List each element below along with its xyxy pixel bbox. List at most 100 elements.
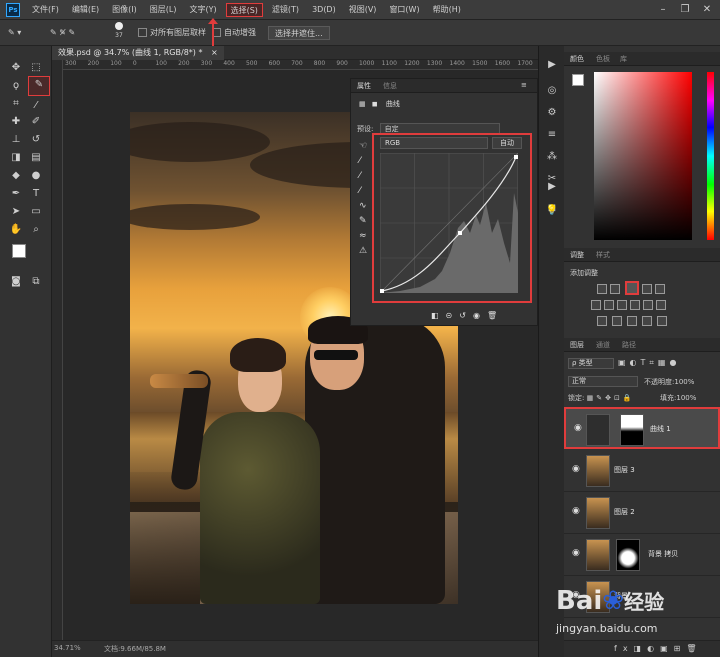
- black-point-eyedropper-icon[interactable]: ⁄: [359, 154, 371, 169]
- zoom-tool-icon[interactable]: ⌕: [28, 222, 44, 238]
- document-tab[interactable]: 效果.psd @ 34.7% (曲线 1, RGB/8*) * ×: [52, 46, 224, 60]
- hue-saturation-icon[interactable]: [591, 300, 601, 310]
- lock-icons[interactable]: ▦✎✥⊡🔒: [587, 394, 635, 402]
- vibrance-icon[interactable]: [655, 284, 665, 294]
- path-selection-icon[interactable]: ➤: [8, 204, 24, 220]
- tab-paths[interactable]: 路径: [622, 340, 636, 350]
- menu-file[interactable]: 文件(F): [28, 3, 63, 17]
- layer-name[interactable]: 图层 3: [614, 465, 635, 475]
- layer-name[interactable]: 曲线 1: [650, 424, 671, 434]
- color-balance-icon[interactable]: [604, 300, 614, 310]
- move-tool-icon[interactable]: ✥: [8, 60, 24, 76]
- menu-type[interactable]: 文字(Y): [185, 3, 220, 17]
- color-picker-field[interactable]: [594, 72, 692, 240]
- layer-filter-kind[interactable]: ρ 类型: [568, 358, 614, 369]
- pencil-icon[interactable]: ✎: [359, 214, 371, 229]
- tab-libraries[interactable]: 库: [620, 54, 627, 64]
- exposure-icon[interactable]: [642, 284, 652, 294]
- menu-image[interactable]: 图像(I): [108, 3, 141, 17]
- menu-filter[interactable]: 滤镜(T): [268, 3, 303, 17]
- history-brush-icon[interactable]: ↺: [28, 132, 44, 148]
- layer-name[interactable]: 图层 2: [614, 507, 635, 517]
- gradient-tool-icon[interactable]: ▤: [28, 150, 44, 166]
- close-tab-icon[interactable]: ×: [211, 48, 218, 57]
- on-image-adjust-icon[interactable]: ☜: [359, 139, 371, 154]
- menu-layer[interactable]: 图层(L): [146, 3, 181, 17]
- gray-point-eyedropper-icon[interactable]: ⁄: [359, 169, 371, 184]
- curve-point[interactable]: [380, 289, 384, 293]
- visibility-eye-icon[interactable]: ◉: [572, 548, 582, 558]
- tab-color[interactable]: 颜色: [570, 54, 584, 64]
- hand-tool-icon[interactable]: ✋: [8, 222, 24, 238]
- black-white-icon[interactable]: [617, 300, 627, 310]
- tab-styles[interactable]: 样式: [596, 250, 610, 260]
- menu-edit[interactable]: 编辑(E): [68, 3, 103, 17]
- posterize-icon[interactable]: [612, 316, 622, 326]
- fill-value[interactable]: 100%: [676, 394, 696, 402]
- history-icon[interactable]: ▶: [544, 58, 560, 72]
- white-point-eyedropper-icon[interactable]: ⁄: [359, 184, 371, 199]
- layer-row[interactable]: ◉ 背景 拷贝: [564, 534, 720, 576]
- restore-icon[interactable]: ❐: [674, 0, 696, 20]
- smooth-icon[interactable]: ≈: [359, 229, 371, 244]
- threshold-icon[interactable]: [627, 316, 637, 326]
- visibility-eye-icon[interactable]: ◉: [574, 423, 584, 433]
- layer-row[interactable]: ◉ 图层 3: [564, 450, 720, 492]
- channel-select[interactable]: RGB: [380, 137, 488, 149]
- panel-menu-icon[interactable]: ≡: [521, 81, 527, 89]
- blend-mode-select[interactable]: 正常: [568, 376, 638, 387]
- blur-tool-icon[interactable]: ◆: [8, 168, 24, 184]
- screen-mode-icon[interactable]: ⧉: [28, 274, 44, 290]
- properties-icon[interactable]: ≡: [544, 128, 560, 142]
- visibility-eye-icon[interactable]: ◉: [572, 506, 582, 516]
- curve-point[interactable]: [514, 155, 518, 159]
- character-icon[interactable]: ⁂: [544, 150, 560, 164]
- layer-mask-thumb[interactable]: [620, 414, 644, 446]
- visibility-eye-icon[interactable]: ◉: [572, 464, 582, 474]
- rectangle-tool-icon[interactable]: ▭: [28, 204, 44, 220]
- color-lookup-icon[interactable]: [656, 300, 666, 310]
- hue-slider[interactable]: [707, 72, 714, 240]
- opacity-control[interactable]: 不透明度:100%: [644, 377, 694, 387]
- brush-tool-icon[interactable]: ✐: [28, 114, 44, 130]
- selection-mode-icons[interactable]: ✎ ✎̸ ✎: [50, 26, 75, 40]
- pen-tool-icon[interactable]: ✒: [8, 186, 24, 202]
- invert-icon[interactable]: [597, 316, 607, 326]
- minimize-icon[interactable]: –: [652, 0, 674, 20]
- tab-layers[interactable]: 图层: [570, 340, 584, 350]
- healing-brush-icon[interactable]: ✚: [8, 114, 24, 130]
- close-window-icon[interactable]: ✕: [696, 0, 718, 20]
- menu-view[interactable]: 视图(V): [345, 3, 381, 17]
- curves-icon[interactable]: [625, 281, 639, 295]
- photo-filter-icon[interactable]: [630, 300, 640, 310]
- eraser-tool-icon[interactable]: ◨: [8, 150, 24, 166]
- lasso-tool-icon[interactable]: ϙ: [8, 78, 24, 94]
- quick-mask-icon[interactable]: ◙: [8, 274, 24, 290]
- selective-color-icon[interactable]: [657, 316, 667, 326]
- zoom-level[interactable]: 34.71%: [54, 644, 81, 652]
- adjustments-icon[interactable]: ◎: [544, 84, 560, 98]
- properties-footer-icons[interactable]: ◧⊝↺◉🗑: [431, 311, 504, 320]
- dodge-tool-icon[interactable]: ●: [28, 168, 44, 184]
- crop-tool-icon[interactable]: ⌗: [8, 96, 24, 112]
- lightbulb-icon[interactable]: 💡: [544, 204, 560, 218]
- layer-mask-thumb[interactable]: [616, 539, 640, 571]
- clipping-warning-icon[interactable]: ⚠: [359, 244, 371, 259]
- tab-info[interactable]: 信息: [383, 81, 397, 91]
- menu-select[interactable]: 选择(S): [225, 2, 263, 17]
- clone-stamp-icon[interactable]: ⊥: [8, 132, 24, 148]
- menu-window[interactable]: 窗口(W): [385, 3, 423, 17]
- layer-row[interactable]: ◉ 图层 2: [564, 492, 720, 534]
- marquee-tool-icon[interactable]: ⬚: [28, 60, 44, 76]
- sample-all-layers-checkbox[interactable]: 对所有图层取样: [138, 26, 206, 40]
- foreground-color-swatch[interactable]: [12, 244, 26, 258]
- auto-enhance-checkbox[interactable]: 自动增强: [212, 26, 256, 40]
- tab-adjustments[interactable]: 调整: [570, 250, 584, 260]
- curves-graph[interactable]: [380, 153, 518, 293]
- brush-settings-icon[interactable]: ⚙: [544, 106, 560, 120]
- quick-selection-tool-icon[interactable]: ✎: [28, 76, 50, 96]
- layer-filter-icons[interactable]: ▣◐T⌗▦●: [618, 358, 680, 368]
- type-tool-icon[interactable]: T: [28, 186, 44, 202]
- levels-icon[interactable]: [610, 284, 620, 294]
- fill-control[interactable]: 填充:100%: [660, 393, 696, 403]
